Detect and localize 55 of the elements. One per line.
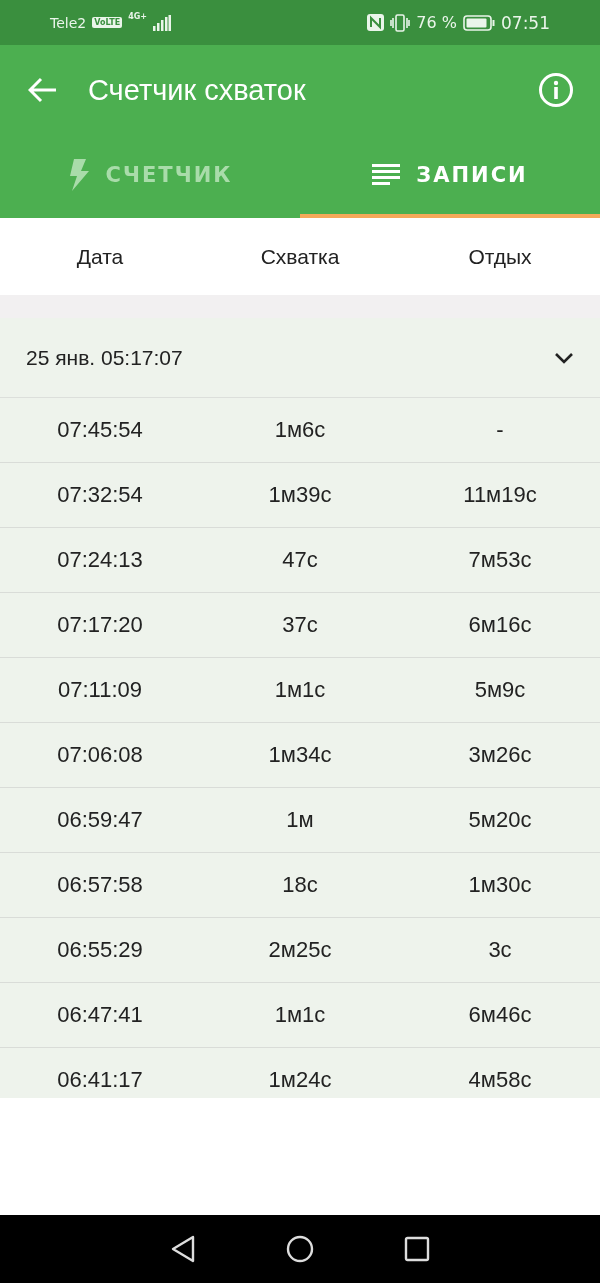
table-cell: 07:17:20 <box>57 612 143 638</box>
table-cell: 5м20с <box>468 807 532 833</box>
volte-badge: VoLTE <box>92 17 123 28</box>
clock: 07:51 <box>501 12 550 33</box>
tab[interactable]: СЧЕТЧИК <box>0 135 300 218</box>
table-cell: 2м25с <box>268 937 332 963</box>
table-cell: 06:41:17 <box>57 1067 143 1093</box>
recents-nav-icon[interactable] <box>404 1236 430 1262</box>
table-cell: 3с <box>488 937 512 963</box>
table-cell: 07:24:13 <box>57 547 143 573</box>
list-icon <box>372 162 401 187</box>
table-cell: 06:59:47 <box>57 807 143 833</box>
battery-percent: 76 % <box>416 13 457 32</box>
table-cell: 6м16с <box>468 612 532 638</box>
table-cell: 1м39с <box>268 482 332 508</box>
tab[interactable]: ЗАПИСИ <box>300 135 600 218</box>
table-cell: 11м19с <box>463 482 537 508</box>
table-cell: 06:57:58 <box>57 872 143 898</box>
table-cell: 07:32:54 <box>57 482 143 508</box>
lightning-icon <box>67 158 90 191</box>
table-cell: 7м53с <box>468 547 532 573</box>
table-cell: 4м58с <box>468 1067 532 1093</box>
app-title: Счетчик схваток <box>88 73 307 107</box>
date-group-header[interactable]: 25 янв. 05:17:07 <box>0 318 600 398</box>
table-cell: 06:55:29 <box>57 937 143 963</box>
table-cell: 1м1с <box>274 1002 326 1028</box>
signal-icon <box>153 14 171 31</box>
table-cell: 1м6с <box>274 417 326 443</box>
battery-icon <box>463 14 495 31</box>
table-cell: 1м24с <box>268 1067 332 1093</box>
table-cell: 47с <box>282 547 318 573</box>
chevron-icon <box>554 351 574 364</box>
network-type: 4G+ <box>128 12 147 21</box>
column-header: Дата <box>76 244 124 269</box>
table-cell: 5м9с <box>474 677 526 703</box>
table-cell: 07:45:54 <box>57 417 143 443</box>
table-cell: 3м26с <box>468 742 532 768</box>
table-cell: 1м34с <box>268 742 332 768</box>
table-cell: 1м1с <box>274 677 326 703</box>
table-cell: 6м46с <box>468 1002 532 1028</box>
nfc-icon <box>367 14 385 31</box>
table-cell: 1м30с <box>468 872 532 898</box>
table-cell: 18с <box>282 872 318 898</box>
column-header: Схватка <box>260 244 340 269</box>
back-nav-icon[interactable] <box>170 1235 196 1263</box>
table-cell: - <box>496 417 504 443</box>
vibrate-icon <box>390 13 411 32</box>
carrier-name: Tele2 <box>50 14 87 31</box>
column-header: Отдых <box>468 244 532 269</box>
home-nav-icon[interactable] <box>286 1235 314 1263</box>
table-cell: 1м <box>286 807 314 833</box>
table-cell: 07:11:09 <box>58 677 142 703</box>
table-cell: 37с <box>282 612 318 638</box>
table-cell: 06:47:41 <box>57 1002 143 1028</box>
table-cell: 07:06:08 <box>57 742 143 768</box>
